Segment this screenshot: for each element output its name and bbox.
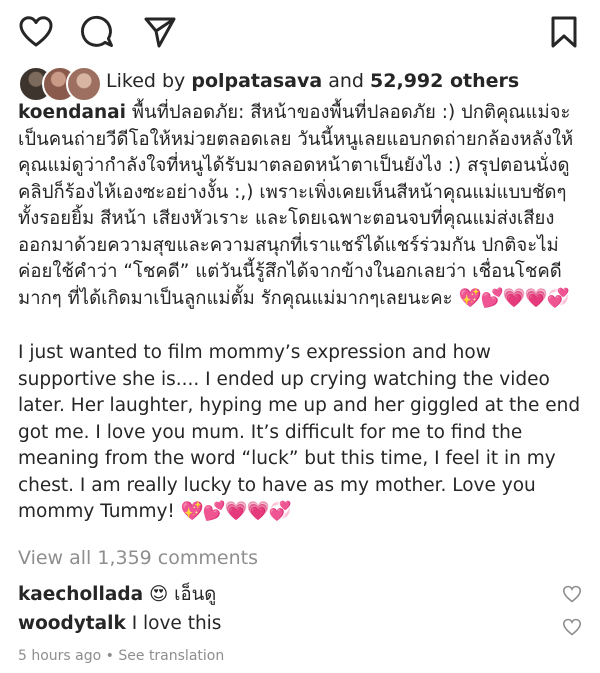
comment-username[interactable]: woodytalk [18,613,126,634]
like-heart-icon[interactable] [18,14,54,50]
comment-username[interactable]: kaechollada [18,584,143,605]
caption-thai-emoji: 💖💕💗💗💞 [458,287,570,309]
likes-summary[interactable]: Liked by polpatasava and 52,992 others [18,64,588,102]
post-footer: 5 hours ago • See translation [18,648,224,664]
comment-row: kaechollada 😍 เอ็นดู [18,580,582,608]
footer-separator: • [105,648,119,664]
likes-text: Liked by polpatasava and 52,992 others [106,70,519,92]
liker-username[interactable]: polpatasava [191,70,322,92]
caption-english-emoji: 💖💕💗💗💞 [180,501,292,522]
post-action-bar [0,14,600,50]
see-translation-link[interactable]: See translation [118,648,224,664]
caption-thai-text: พื้นที่ปลอดภัย: สีหน้าของพื้นที่ปลอดภัย … [18,102,574,309]
avatar [66,66,102,102]
comment-bubble-icon[interactable] [80,14,116,50]
comment-text: 😍 เอ็นดู [148,584,217,605]
post-timestamp: 5 hours ago [18,648,102,664]
save-bookmark-icon[interactable] [546,14,582,50]
liker-avatars [18,64,102,102]
share-paper-plane-icon[interactable] [142,14,178,50]
comment-text: I love this [131,613,222,634]
caption-english-paragraph: I just wanted to film mommy’s expression… [18,340,586,526]
likes-and: and [328,70,364,92]
caption-username[interactable]: koendanai [18,102,126,123]
caption-english-text: I just wanted to film mommy’s expression… [18,342,581,522]
comment-like-heart-icon[interactable] [562,584,582,604]
likes-count[interactable]: 52,992 others [370,70,519,92]
comment-like-heart-icon[interactable] [562,617,582,637]
post-caption: koendanai พื้นที่ปลอดภัย: สีหน้าของพื้นท… [18,100,586,526]
comment-row: woodytalk I love this [18,613,582,641]
view-all-comments-link[interactable]: View all 1,359 comments [18,547,258,569]
likes-prefix: Liked by [106,70,186,92]
caption-thai-paragraph: koendanai พื้นที่ปลอดภัย: สีหน้าของพื้นท… [18,100,586,312]
